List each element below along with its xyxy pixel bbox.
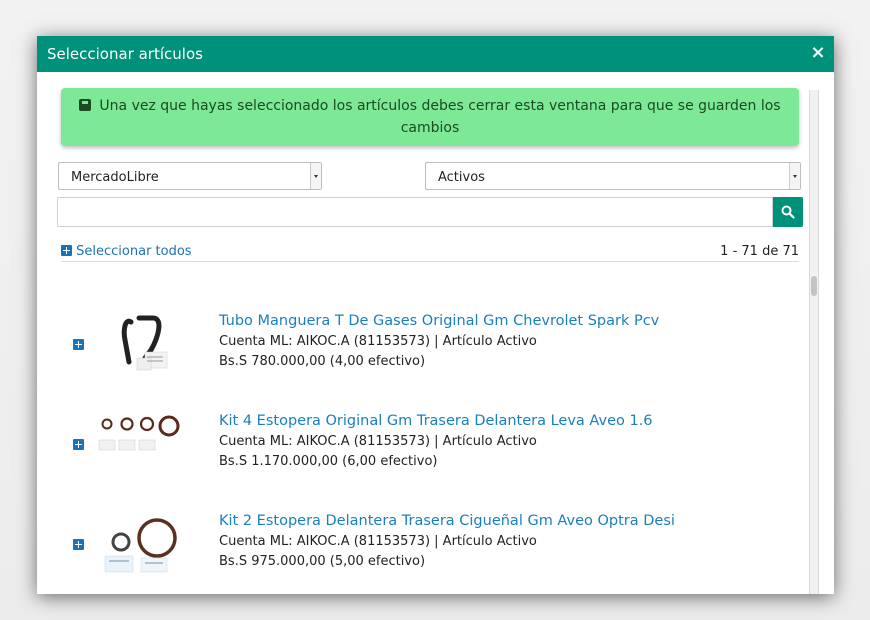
search-button[interactable]: [773, 197, 803, 227]
add-item-button[interactable]: [73, 339, 84, 350]
item-title-link[interactable]: Kit 4 Estopera Original Gm Trasera Delan…: [219, 413, 653, 429]
item-title-link[interactable]: Tubo Manguera T De Gases Original Gm Che…: [219, 313, 659, 329]
source-select[interactable]: MercadoLibre: [58, 162, 322, 190]
add-item-button[interactable]: [73, 439, 84, 450]
item-title-link[interactable]: Kit 2 Estopera Delantera Trasera Cigueña…: [219, 513, 675, 529]
product-thumbnail: [104, 518, 177, 573]
chevron-down-icon: [789, 163, 800, 189]
plus-square-icon: [61, 245, 72, 256]
status-select[interactable]: Activos: [425, 162, 801, 190]
list-divider: [61, 261, 799, 262]
results-counter: 1 - 71 de 71: [720, 244, 799, 259]
save-icon: [79, 99, 92, 111]
alert-text: Una vez que hayas seleccionado los artíc…: [99, 98, 781, 136]
info-alert: Una vez que hayas seleccionado los artíc…: [61, 88, 799, 146]
list-item: Kit 2 Estopera Delantera Trasera Cigueña…: [37, 480, 807, 575]
close-button[interactable]: ×: [808, 43, 828, 63]
modal-title: Seleccionar artículos: [47, 45, 203, 63]
add-item-button[interactable]: [73, 539, 84, 550]
product-thumbnail: [121, 315, 168, 371]
search-input[interactable]: [57, 197, 773, 227]
select-all-link[interactable]: Seleccionar todos: [61, 244, 192, 259]
search-icon: [781, 205, 795, 219]
scrollbar-thumb[interactable]: [811, 276, 817, 296]
list-item: Kit 4 Estopera Original Gm Trasera Delan…: [37, 380, 807, 475]
select-all-label: Seleccionar todos: [76, 244, 192, 259]
item-account: Cuenta ML: AIKOC.A (81153573) | Artículo…: [219, 434, 537, 449]
source-select-value: MercadoLibre: [71, 170, 159, 185]
item-price: Bs.S 1.170.000,00 (6,00 efectivo): [219, 454, 438, 469]
item-account: Cuenta ML: AIKOC.A (81153573) | Artículo…: [219, 334, 537, 349]
item-price: Bs.S 975.000,00 (5,00 efectivo): [219, 554, 426, 569]
item-price: Bs.S 780.000,00 (4,00 efectivo): [219, 354, 426, 369]
select-items-modal: Seleccionar artículos × Una vez que haya…: [37, 36, 834, 594]
list-item: Tubo Manguera T De Gases Original Gm Che…: [37, 280, 807, 375]
item-account: Cuenta ML: AIKOC.A (81153573) | Artículo…: [219, 534, 537, 549]
chevron-down-icon: [310, 163, 321, 189]
product-thumbnail: [98, 415, 180, 451]
status-select-value: Activos: [438, 170, 485, 185]
scrollbar[interactable]: [809, 90, 819, 594]
modal-header: Seleccionar artículos ×: [37, 36, 834, 72]
